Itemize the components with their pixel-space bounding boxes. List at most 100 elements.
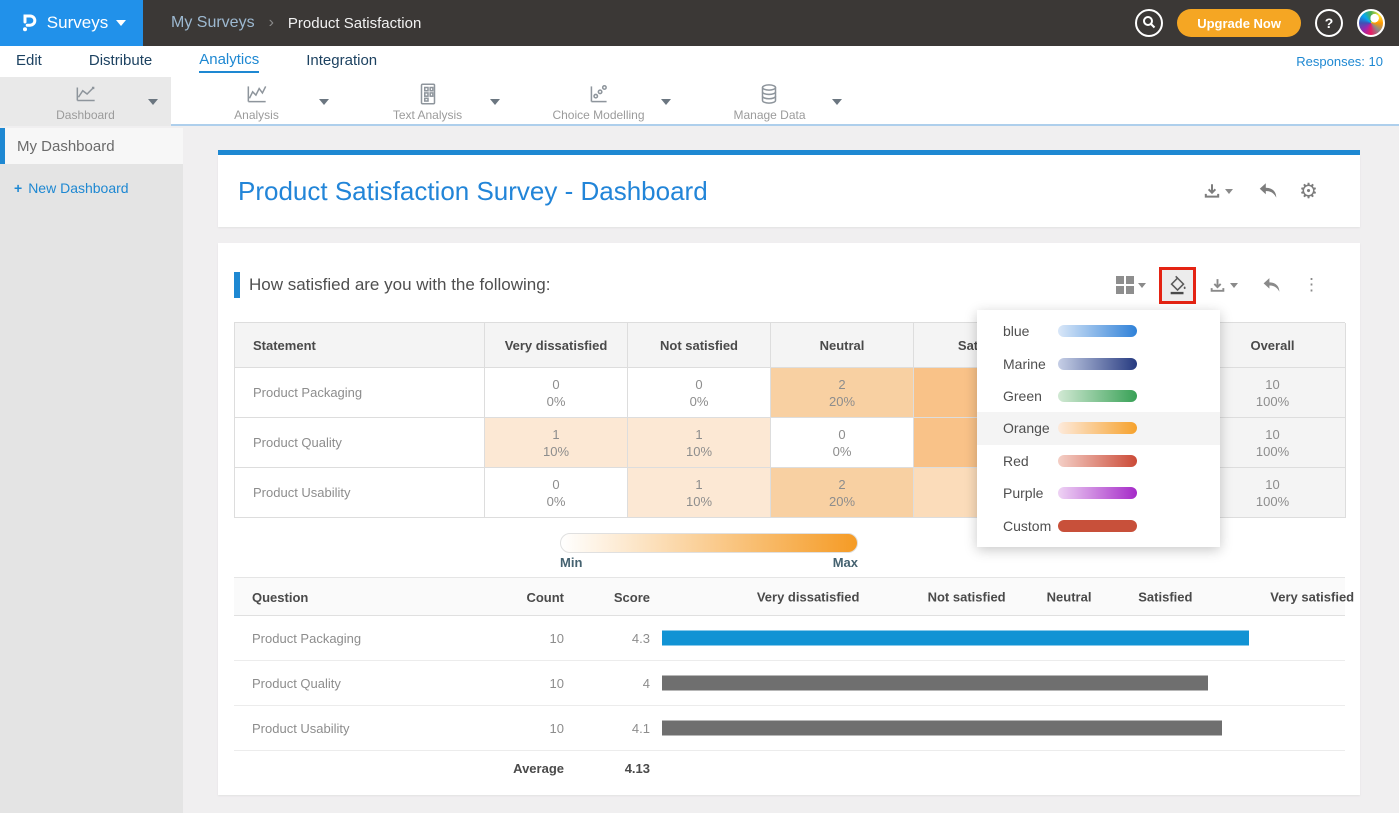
ribbon-item-choice-modelling[interactable]: Choice Modelling [513,77,684,126]
score-row: Product Quality 10 4 [234,661,1345,706]
gradient-swatch [1058,422,1137,434]
matrix-cell: 220% [771,368,914,418]
matrix-cell: 00% [485,368,628,418]
color-option-marine[interactable]: Marine [977,347,1220,379]
chart-type-button[interactable] [1116,276,1146,294]
row-statement: Product Usability [235,468,485,518]
database-icon [756,81,782,107]
tab-distribute[interactable]: Distribute [89,52,152,72]
download-icon [1209,277,1226,294]
overall-cell: 10100% [1200,418,1346,468]
avatar[interactable] [1357,9,1385,37]
score-table: Question Count Score Very dissatisfied N… [234,578,1345,785]
scale-label: Very satisfied [1270,590,1354,605]
column-header: Overall [1200,323,1346,368]
row-statement: Product Quality [235,418,485,468]
scale-label: Satisfied [1138,590,1192,605]
score-row: Product Usability 10 4.1 [234,706,1345,751]
text-analysis-icon [415,81,441,107]
matrix-cell: 00% [485,468,628,518]
chevron-down-icon [116,20,126,26]
chevron-down-icon[interactable] [319,99,329,105]
sidebar-item-my-dashboard[interactable]: My Dashboard [0,128,183,164]
color-option-red[interactable]: Red [977,445,1220,477]
matrix-cell: 110% [628,418,771,468]
settings-button[interactable]: ⚙ [1299,181,1318,202]
download-icon [1203,182,1221,200]
app-switcher[interactable]: Surveys [0,0,143,46]
overall-cell: 10100% [1200,468,1346,518]
chevron-down-icon [1225,189,1233,194]
breadcrumb-separator: › [269,14,274,32]
proprofs-logo-icon [17,9,39,38]
chevron-down-icon[interactable] [661,99,671,105]
gear-icon: ⚙ [1299,181,1318,202]
analytics-ribbon: Dashboard Analysis [0,77,1399,126]
matrix-cell: 00% [628,368,771,418]
matrix-cell: 110% [628,468,771,518]
ribbon-item-label: Text Analysis [393,108,462,122]
product-name: Surveys [47,13,108,33]
help-icon: ? [1325,15,1334,31]
column-header: Question [234,590,484,605]
question-accent-bar [234,272,240,298]
gradient-swatch [1058,520,1137,532]
breadcrumb-current: Product Satisfaction [288,15,421,32]
score-bar [662,721,1222,736]
average-row: Average 4.13 [234,751,1345,785]
dashboard-chart-icon [73,81,99,107]
question-title: How satisfied are you with the following… [249,275,550,295]
ribbon-item-manage-data[interactable]: Manage Data [684,77,855,126]
color-option-custom[interactable]: Custom [977,510,1220,542]
average-value: 4.13 [564,761,662,776]
scale-label: Very dissatisfied [757,590,860,605]
plus-icon: + [14,180,22,196]
undo-button[interactable] [1257,182,1279,200]
widget-undo-button[interactable] [1261,277,1282,294]
color-option-green[interactable]: Green [977,380,1220,412]
help-button[interactable]: ? [1315,9,1343,37]
upgrade-now-button[interactable]: Upgrade Now [1177,9,1301,37]
score-bar [662,631,1249,646]
ribbon-item-analysis[interactable]: Analysis [171,77,342,126]
chevron-down-icon [1230,283,1238,288]
export-download-button[interactable] [1203,182,1233,200]
gradient-swatch [1058,358,1137,370]
tab-analytics[interactable]: Analytics [199,51,259,73]
breadcrumb-parent-link[interactable]: My Surveys [171,14,255,32]
color-scheme-menu: blue Marine Green Orange Red Purple Cust… [977,310,1220,547]
color-option-purple[interactable]: Purple [977,477,1220,509]
paint-bucket-icon [1167,274,1189,296]
color-option-orange[interactable]: Orange [977,412,1220,444]
kebab-menu-icon[interactable]: ⋮ [1303,275,1320,295]
tab-edit[interactable]: Edit [16,52,42,72]
choice-modelling-icon [586,81,612,107]
undo-icon [1257,182,1279,200]
chevron-down-icon[interactable] [832,99,842,105]
overall-cell: 10100% [1200,368,1346,418]
chevron-down-icon[interactable] [148,99,158,105]
ribbon-item-dashboard[interactable]: Dashboard [0,77,171,126]
tab-integration[interactable]: Integration [306,52,377,72]
chevron-down-icon[interactable] [490,99,500,105]
breadcrumb: My Surveys › Product Satisfaction [171,14,421,32]
color-option-blue[interactable]: blue [977,315,1220,347]
gradient-swatch [1058,487,1137,499]
undo-icon [1261,277,1282,294]
ribbon-item-label: Analysis [234,108,279,122]
search-button[interactable] [1135,9,1163,37]
widget-download-button[interactable] [1209,277,1238,294]
analysis-chart-icon [244,81,270,107]
column-header: Neutral [771,323,914,368]
ribbon-item-label: Dashboard [56,108,115,122]
color-scheme-button[interactable] [1159,267,1196,304]
legend-max-label: Max [818,555,858,570]
ribbon-item-text-analysis[interactable]: Text Analysis [342,77,513,126]
new-dashboard-button[interactable]: + New Dashboard [14,180,183,196]
ribbon-item-label: Manage Data [733,108,805,122]
scale-label: Neutral [1047,590,1092,605]
gradient-swatch [1058,390,1137,402]
scale-label: Not satisfied [928,590,1006,605]
heatmap-gradient-legend [560,533,858,553]
dashboard-title-panel: Product Satisfaction Survey - Dashboard … [218,155,1360,227]
